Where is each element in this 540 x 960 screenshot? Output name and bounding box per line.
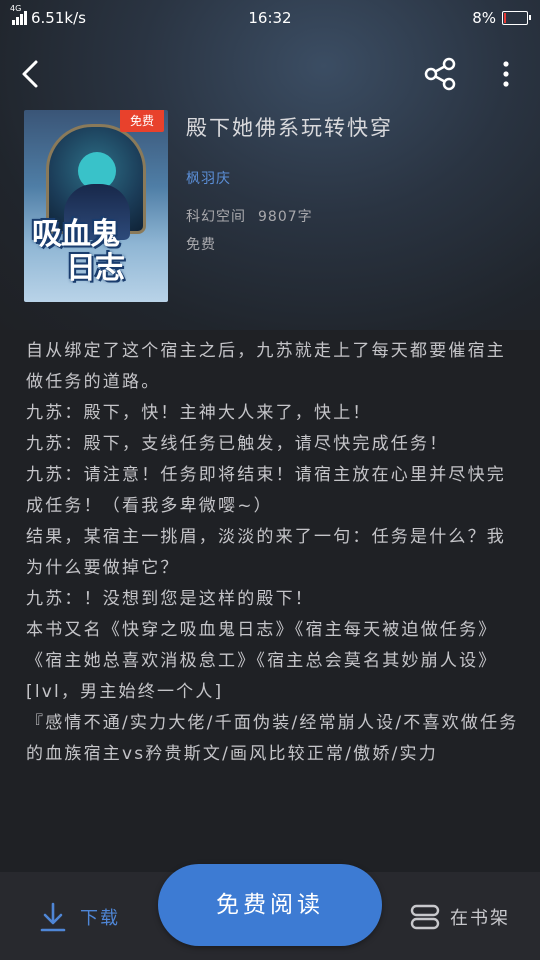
intro-paragraph: 九苏：！没想到您是这样的殿下！: [26, 589, 314, 609]
more-vertical-icon[interactable]: [494, 56, 518, 92]
bookshelf-label: 在书架: [450, 908, 510, 929]
cover-title-line2: 日志: [66, 251, 125, 286]
battery-icon: [502, 11, 531, 25]
book-cover[interactable]: 吸血鬼 日志 免费: [24, 110, 168, 302]
intro-paragraph: 结果，某宿主一挑眉，淡淡的来了一句：任务是什么？我为什么要做掉它？: [26, 527, 506, 578]
author-link[interactable]: 枫羽庆: [186, 168, 231, 188]
book-meta: 殿下她佛系玩转快穿 枫羽庆 科幻空间 9807字 免费: [186, 112, 526, 253]
clock: 16:32: [248, 9, 292, 27]
bookshelf-icon: [410, 904, 440, 930]
book-info: 科幻空间 9807字: [186, 206, 313, 226]
intro-paragraph: 本书又名《快穿之吸血鬼日志》《宿主每天被迫做任务》《宿主她总喜欢消极怠工》《宿主…: [26, 620, 498, 671]
cover-title-line1: 吸血鬼: [32, 217, 120, 252]
book-category: 科幻空间: [186, 209, 246, 225]
cover-title-art: 吸血鬼 日志: [32, 218, 160, 286]
intro-paragraph: 九苏：殿下，快！主神大人来了，快上！: [26, 403, 372, 423]
word-count: 9807字: [258, 209, 313, 225]
back-arrow-icon[interactable]: [16, 58, 48, 90]
share-icon[interactable]: [422, 56, 458, 92]
book-intro: 自从绑定了这个宿主之后，九苏就走上了每天都要催宿主做任务的道路。 九苏：殿下，快…: [26, 336, 520, 868]
bottom-action-bar: 下载 免费阅读 在书架: [0, 864, 540, 960]
download-label: 下载: [80, 908, 120, 929]
book-price: 免费: [186, 237, 216, 253]
download-button[interactable]: 下载: [40, 900, 120, 934]
intro-paragraph: 九苏：殿下，支线任务已触发，请尽快完成任务！: [26, 434, 449, 454]
status-bar: 4G 6.51k/s 16:32 8%: [0, 0, 540, 36]
book-title: 殿下她佛系玩转快穿: [186, 116, 393, 140]
intro-paragraph: 自从绑定了这个宿主之后，九苏就走上了每天都要催宿主做任务的道路。: [26, 341, 506, 392]
nav-bar: [0, 50, 540, 98]
bookshelf-button[interactable]: 在书架: [410, 900, 510, 934]
intro-paragraph: [lvl，男主始终一个人]: [26, 682, 224, 702]
intro-paragraph: 『感情不通/实力大佬/千面伪装/经常崩人设/不喜欢做任务的血族宿主vs矜贵斯文/…: [26, 713, 519, 764]
free-read-button[interactable]: 免费阅读: [158, 864, 382, 946]
free-tag: 免费: [120, 110, 164, 132]
download-icon: [40, 902, 66, 932]
intro-paragraph: 九苏：请注意！任务即将结束！请宿主放在心里并尽快完成任务！（看我多卑微嘤~）: [26, 465, 506, 516]
